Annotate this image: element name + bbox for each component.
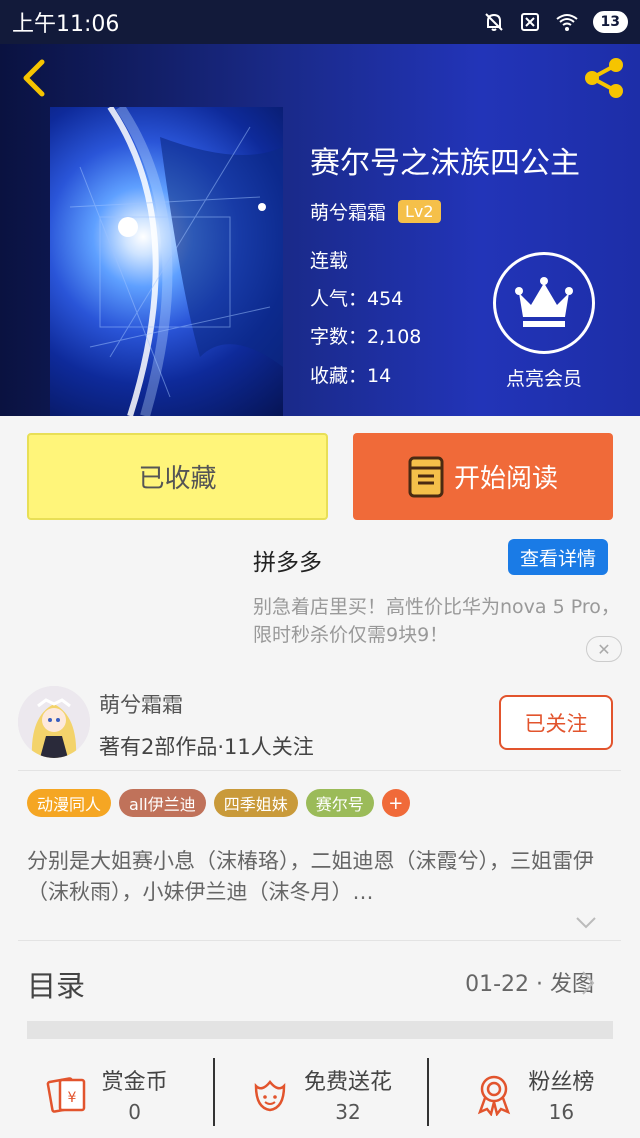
book-icon [408, 456, 444, 497]
chevron-down-icon[interactable] [574, 910, 598, 934]
book-cover[interactable] [50, 107, 283, 416]
author-avatar[interactable] [18, 686, 90, 758]
word-count: 字数：2,108 [310, 326, 422, 348]
ad-details-button[interactable]: 查看详情 [508, 539, 608, 575]
author-row: 萌兮霜霜 Lv2 [310, 198, 441, 225]
book-description[interactable]: 分别是大姐赛小息（沫椿珞），二姐迪恩（沫霞兮），三姐雷伊（沫秋雨），小妹伊兰迪（… [27, 846, 623, 908]
coin-envelope-icon: ¥ [46, 1077, 85, 1113]
card-author-summary: 著有2部作品·11人关注 [99, 735, 314, 759]
tag[interactable]: all伊兰迪 [119, 789, 206, 817]
stat-label: 免费送花 [303, 1070, 392, 1095]
popularity-count: 人气：454 [310, 288, 404, 310]
collected-button[interactable]: 已收藏 [27, 433, 328, 520]
card-author-name[interactable]: 萌兮霜霜 [99, 689, 183, 719]
wifi-icon [555, 14, 578, 31]
tag-list: 动漫同人 all伊兰迪 四季姐妹 赛尔号 + [27, 789, 410, 817]
ad-close-button[interactable]: ✕ [586, 636, 622, 662]
level-badge: Lv2 [398, 200, 441, 223]
stat-value: 0 [128, 1100, 142, 1124]
book-title: 赛尔号之沫族四公主 [310, 146, 580, 181]
tag[interactable]: 动漫同人 [27, 789, 112, 817]
stats-bar: ¥ 赏金币 0 免费送花 32 粉丝榜 16 [0, 1050, 640, 1138]
follow-button[interactable]: 已关注 [499, 695, 613, 750]
tag[interactable]: 赛尔号 [305, 789, 374, 817]
sim-off-icon [520, 13, 539, 31]
ad-text[interactable]: 别急着店里买！高性价比华为nova 5 Pro，限时秒杀价仅需9块9！ [253, 593, 623, 649]
author-name[interactable]: 萌兮霜霜 [310, 198, 386, 225]
avatar-art [18, 686, 90, 758]
svg-text:¥: ¥ [67, 1090, 76, 1106]
start-reading-label: 开始阅读 [453, 464, 558, 494]
collected-label: 已收藏 [138, 464, 217, 494]
stat-flowers[interactable]: 免费送花 32 [213, 1050, 426, 1138]
divider [18, 770, 621, 771]
book-header: 赛尔号之沫族四公主 萌兮霜霜 Lv2 连载 人气：454 字数：2,108 收藏… [0, 44, 640, 416]
tag[interactable]: 四季姐妹 [213, 789, 298, 817]
status-time: 上午11:06 [12, 12, 120, 37]
collection-count: 收藏：14 [310, 365, 392, 387]
section-divider-bar [27, 1021, 613, 1039]
battery-indicator: 13 [592, 11, 628, 33]
back-arrow-icon[interactable] [16, 58, 52, 98]
crown-icon [515, 277, 573, 327]
divider [18, 940, 621, 941]
chevron-right-icon[interactable] [580, 969, 596, 997]
status-bar: 上午11:06 13 [0, 0, 640, 44]
toc-title[interactable]: 目录 [27, 963, 85, 1005]
flower-icon [254, 1079, 286, 1112]
toc-latest-chapter[interactable]: 01-22 · 发图 [465, 966, 594, 998]
stat-fans[interactable]: 粉丝榜 16 [426, 1050, 640, 1138]
vip-button[interactable] [493, 252, 595, 354]
stat-label: 赏金币 [101, 1070, 168, 1095]
mute-bell-icon [484, 13, 503, 31]
share-icon[interactable] [578, 56, 630, 100]
stat-reward[interactable]: ¥ 赏金币 0 [0, 1050, 213, 1138]
stat-value: 32 [335, 1100, 361, 1124]
start-reading-button[interactable]: 开始阅读 [353, 433, 613, 520]
serial-status: 连载 [310, 250, 349, 272]
ad-title: 拼多多 [253, 550, 322, 576]
add-tag-button[interactable]: + [381, 789, 410, 817]
stat-value: 16 [548, 1100, 575, 1124]
vip-label: 点亮会员 [505, 368, 582, 390]
ribbon-medal-icon [478, 1075, 511, 1116]
cover-planet-art [69, 107, 283, 416]
stat-label: 粉丝榜 [528, 1070, 595, 1095]
